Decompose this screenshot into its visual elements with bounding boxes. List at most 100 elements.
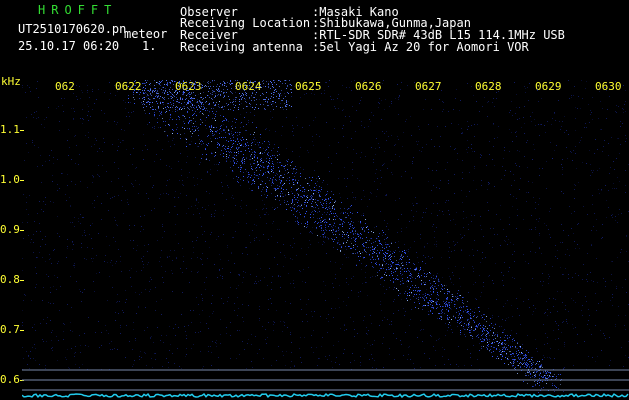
- signal-pixel: [454, 250, 455, 251]
- signal-pixel: [545, 373, 546, 374]
- signal-pixel: [182, 184, 183, 185]
- signal-pixel: [57, 263, 58, 264]
- signal-pixel: [488, 344, 489, 345]
- signal-pixel: [73, 244, 74, 245]
- signal-pixel: [147, 102, 148, 103]
- signal-pixel: [333, 229, 334, 230]
- signal-pixel: [177, 348, 178, 349]
- signal-pixel: [311, 311, 312, 312]
- signal-pixel: [117, 294, 118, 295]
- signal-pixel: [542, 359, 543, 360]
- signal-pixel: [282, 177, 283, 178]
- signal-pixel: [243, 139, 244, 140]
- signal-pixel: [526, 350, 527, 351]
- signal-pixel: [422, 306, 423, 307]
- signal-pixel: [549, 372, 550, 373]
- signal-pixel: [447, 319, 448, 320]
- signal-pixel: [374, 249, 375, 250]
- signal-pixel: [161, 81, 162, 82]
- signal-pixel: [183, 261, 184, 262]
- signal-pixel: [48, 107, 49, 108]
- signal-pixel: [605, 87, 606, 88]
- signal-pixel: [129, 229, 130, 230]
- signal-pixel: [369, 119, 370, 120]
- signal-pixel: [493, 98, 494, 99]
- signal-pixel: [447, 306, 448, 307]
- signal-pixel: [136, 92, 137, 93]
- header-panel: HROFFT UT2510170620.pn meteor 25.10.17 0…: [0, 0, 629, 80]
- signal-pixel: [410, 275, 411, 276]
- signal-pixel: [268, 171, 269, 172]
- signal-pixel: [431, 286, 432, 287]
- signal-pixel: [518, 357, 519, 358]
- signal-pixel: [466, 325, 467, 326]
- signal-pixel: [262, 153, 263, 154]
- signal-pixel: [175, 335, 176, 336]
- signal-pixel: [385, 272, 386, 273]
- signal-pixel: [283, 321, 284, 322]
- signal-pixel: [215, 210, 216, 211]
- signal-pixel: [353, 222, 354, 223]
- signal-pixel: [260, 84, 261, 85]
- signal-pixel: [145, 92, 146, 93]
- signal-pixel: [322, 337, 323, 338]
- signal-pixel: [370, 277, 371, 278]
- signal-pixel: [203, 92, 204, 93]
- signal-pixel: [314, 190, 315, 191]
- signal-pixel: [377, 256, 378, 257]
- signal-pixel: [271, 166, 272, 167]
- signal-pixel: [145, 88, 146, 89]
- signal-pixel: [169, 82, 170, 83]
- signal-pixel: [323, 207, 324, 208]
- signal-pixel: [538, 124, 539, 125]
- signal-pixel: [454, 301, 455, 302]
- signal-pixel: [201, 179, 202, 180]
- signal-pixel: [497, 336, 498, 337]
- signal-pixel: [431, 190, 432, 191]
- signal-pixel: [335, 308, 336, 309]
- signal-pixel: [454, 193, 455, 194]
- signal-pixel: [339, 234, 340, 235]
- signal-pixel: [259, 167, 260, 168]
- signal-pixel: [26, 202, 27, 203]
- signal-pixel: [533, 386, 534, 387]
- signal-pixel: [221, 298, 222, 299]
- signal-pixel: [568, 278, 569, 279]
- signal-pixel: [320, 191, 321, 192]
- signal-pixel: [160, 127, 161, 128]
- signal-pixel: [449, 305, 450, 306]
- signal-pixel: [171, 98, 172, 99]
- signal-pixel: [428, 311, 429, 312]
- signal-pixel: [539, 198, 540, 199]
- signal-pixel: [166, 193, 167, 194]
- signal-pixel: [349, 224, 350, 225]
- signal-pixel: [213, 311, 214, 312]
- signal-pixel: [88, 132, 89, 133]
- signal-pixel: [334, 239, 335, 240]
- signal-pixel: [98, 165, 99, 166]
- signal-pixel: [196, 200, 197, 201]
- signal-pixel: [503, 229, 504, 230]
- signal-pixel: [573, 95, 574, 96]
- signal-pixel: [286, 102, 287, 103]
- signal-pixel: [331, 163, 332, 164]
- signal-pixel: [336, 357, 337, 358]
- signal-pixel: [552, 86, 553, 87]
- signal-pixel: [553, 376, 554, 377]
- signal-pixel: [601, 129, 602, 130]
- signal-pixel: [460, 332, 461, 333]
- signal-pixel: [104, 142, 105, 143]
- signal-pixel: [478, 325, 479, 326]
- signal-pixel: [182, 92, 183, 93]
- signal-pixel: [200, 119, 201, 120]
- signal-pixel: [406, 281, 407, 282]
- signal-pixel: [442, 312, 443, 313]
- signal-pixel: [182, 272, 183, 273]
- signal-pixel: [195, 84, 196, 85]
- signal-pixel: [546, 301, 547, 302]
- signal-pixel: [283, 196, 284, 197]
- signal-pixel: [311, 347, 312, 348]
- signal-pixel: [482, 317, 483, 318]
- signal-pixel: [201, 259, 202, 260]
- signal-pixel: [202, 253, 203, 254]
